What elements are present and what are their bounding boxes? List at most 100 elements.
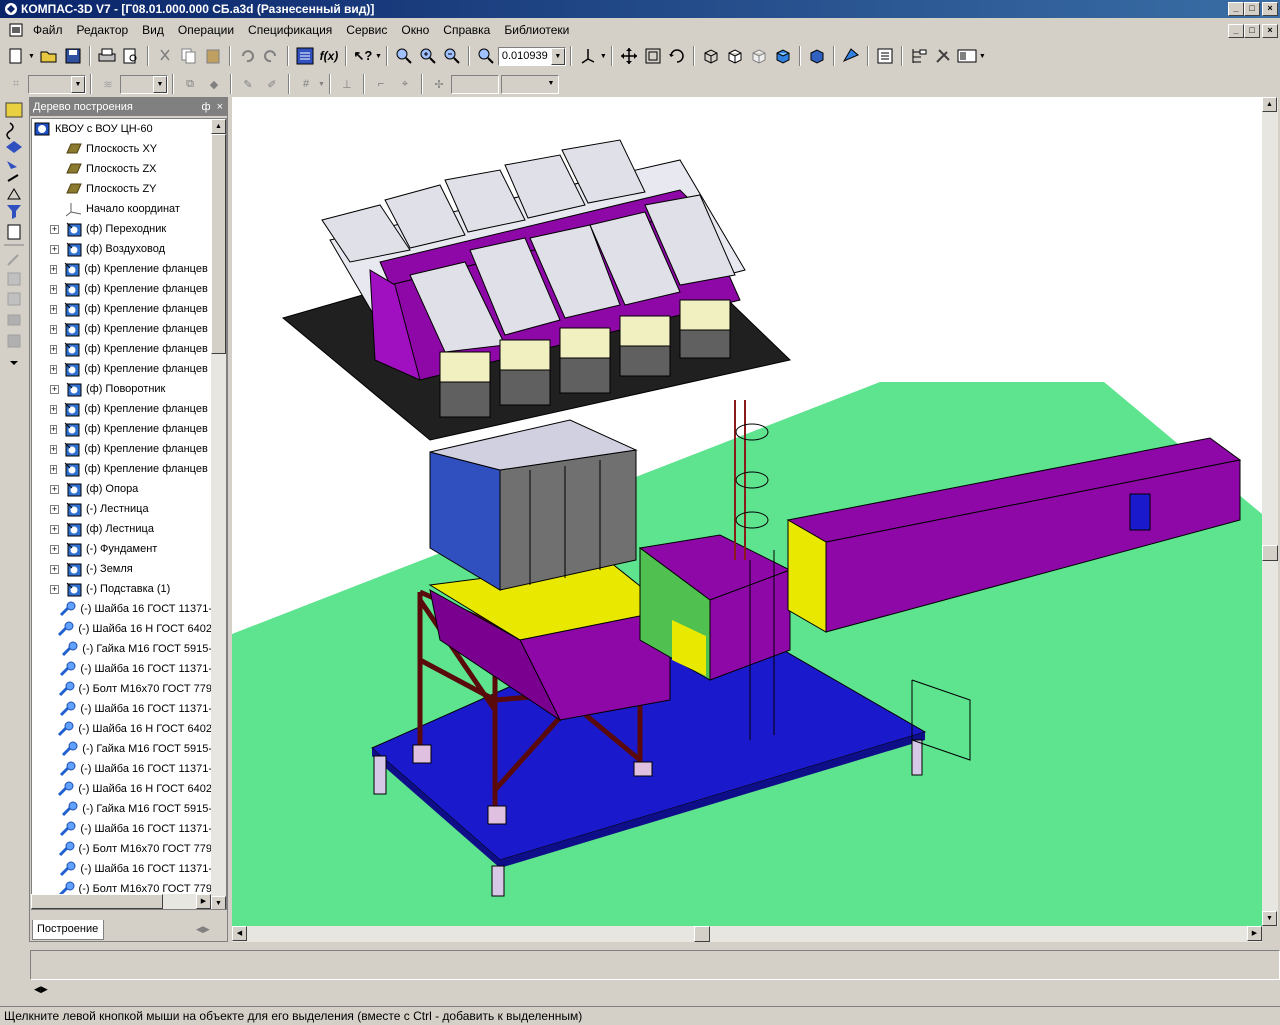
expand-icon[interactable]: + (50, 544, 59, 554)
document-icon[interactable] (8, 22, 24, 38)
expand-icon[interactable]: + (50, 524, 59, 534)
expand-icon[interactable]: + (50, 464, 58, 474)
copy-props-icon[interactable]: ⧉ (179, 73, 201, 95)
tree-item[interactable]: + (-) Фундамент (32, 539, 212, 559)
disabled-tool-5-icon[interactable] (7, 334, 21, 348)
tree-item[interactable]: + (ф) Опора (32, 479, 212, 499)
tree-item[interactable]: + (ф) Крепление фланцев (6 (32, 339, 221, 359)
maximize-button[interactable]: □ (1244, 2, 1260, 16)
disabled-tool-2-icon[interactable] (7, 272, 21, 286)
zoom-out-icon[interactable] (441, 45, 463, 67)
expand-icon[interactable]: + (50, 584, 59, 594)
tree-item[interactable]: + (ф) Крепление фланцев (3 (32, 439, 221, 459)
disabled-tool-4-icon[interactable] (7, 314, 21, 326)
menu-item-1[interactable]: Редактор (70, 21, 136, 39)
tab-build[interactable]: Построение (32, 920, 104, 940)
tree-item[interactable]: + (ф) Крепление фланцев (3 (32, 299, 221, 319)
menu-item-5[interactable]: Сервис (339, 21, 394, 39)
tree-item[interactable]: Плоскость XY (32, 139, 212, 159)
grid-icon[interactable]: # (295, 73, 317, 95)
redo-icon[interactable] (260, 45, 282, 67)
doc-close-button[interactable]: × (1262, 24, 1278, 38)
minimize-button[interactable]: _ (1228, 2, 1244, 16)
tree-item[interactable]: + (ф) Воздуховод (32, 239, 212, 259)
tree-scroll-down-button[interactable]: ▼ (211, 896, 226, 909)
tree-item[interactable]: (-) Гайка М16 ГОСТ 5915- (32, 739, 212, 759)
snap-icon[interactable]: ✎ (237, 73, 259, 95)
menu-item-2[interactable]: Вид (135, 21, 171, 39)
viewport-horizontal-scrollbar[interactable]: ◀ ▶ (232, 926, 1262, 942)
tree-item[interactable]: (-) Гайка М16 ГОСТ 5915- (32, 639, 212, 659)
tree-item[interactable]: + (-) Земля (32, 559, 212, 579)
viewport-scroll-right-button[interactable]: ▶ (1247, 926, 1262, 941)
tree-item[interactable]: + (ф) Крепление фланцев (1 (32, 259, 221, 279)
tree-item[interactable]: (-) Гайка М16 ГОСТ 5915- (32, 799, 212, 819)
layers-icon[interactable]: ≋ (97, 73, 119, 95)
style-combo[interactable]: ▼ (28, 74, 86, 94)
tree-item[interactable]: (-) Шайба 16 Н ГОСТ 6402 (32, 779, 212, 799)
tree-item[interactable]: + (-) Подставка (1) (32, 579, 212, 599)
expand-icon[interactable]: + (50, 224, 59, 234)
tree-item[interactable]: (-) Болт М16x70 ГОСТ 779 (32, 839, 212, 859)
zoom-in-icon[interactable] (393, 45, 415, 67)
tree-item[interactable]: + (ф) Переходник (32, 219, 212, 239)
tree-item[interactable]: + (-) Лестница (32, 499, 212, 519)
expand-icon[interactable]: + (50, 484, 59, 494)
tree-hscroll-thumb[interactable] (31, 894, 163, 909)
tree-item[interactable]: + (ф) Лестница (32, 519, 212, 539)
tree-item[interactable]: (-) Шайба 16 ГОСТ 11371- (32, 599, 212, 619)
tree-item[interactable]: Плоскость ZX (32, 159, 212, 179)
tree-item[interactable]: (-) Шайба 16 ГОСТ 11371- (32, 699, 212, 719)
filter-icon[interactable] (7, 205, 21, 219)
vertical-duct[interactable] (429, 419, 638, 591)
snap-settings-icon[interactable]: ⌖ (394, 73, 416, 95)
menu-item-6[interactable]: Окно (394, 21, 436, 39)
zoom-in-plus-icon[interactable] (417, 45, 439, 67)
expand-icon[interactable]: + (50, 264, 58, 274)
tree-item[interactable]: + (ф) Крепление фланцев (2 (32, 279, 221, 299)
tree-item[interactable]: (-) Шайба 16 ГОСТ 11371- (32, 759, 212, 779)
tree-item[interactable]: (-) Шайба 16 ГОСТ 11371- (32, 819, 212, 839)
copy-icon[interactable] (178, 45, 200, 67)
expand-icon[interactable]: + (50, 244, 59, 254)
curves-icon[interactable] (6, 122, 14, 140)
grid-point-icon[interactable]: ⌗ (5, 73, 27, 95)
expand-icon[interactable]: + (50, 504, 59, 514)
tree-item[interactable]: (-) Шайба 16 Н ГОСТ 6402 (32, 719, 212, 739)
tree-item[interactable]: Плоскость ZY (32, 179, 212, 199)
hidden-lines-icon[interactable] (724, 45, 746, 67)
tree-horizontal-scrollbar[interactable]: ▶ (31, 894, 211, 909)
tree-scroll-up-button[interactable]: ▲ (211, 119, 226, 134)
3d-scene[interactable] (232, 97, 1262, 926)
layer-combo[interactable]: ▼ (120, 74, 168, 94)
tree-item[interactable]: Начало координат (32, 199, 212, 219)
perspective-icon[interactable] (840, 45, 862, 67)
tree-vertical-scrollbar[interactable]: ▲ ▼ (211, 119, 226, 909)
panel-close-icon[interactable]: × (217, 101, 223, 113)
doc-restore-button[interactable]: □ (1244, 24, 1260, 38)
viewport-scroll-down-button[interactable]: ▼ (1262, 911, 1277, 926)
print-preview-icon[interactable] (120, 45, 142, 67)
menu-item-3[interactable]: Операции (171, 21, 241, 39)
tree-scroll-thumb[interactable] (211, 134, 226, 354)
paste-icon[interactable] (202, 45, 224, 67)
open-folder-icon[interactable] (38, 45, 60, 67)
hidden-lines-thin-icon[interactable] (748, 45, 770, 67)
zoom-all-icon[interactable] (642, 45, 664, 67)
disabled-tool-3-icon[interactable] (7, 292, 21, 306)
close-button[interactable]: × (1262, 2, 1278, 16)
expand-icon[interactable]: + (50, 384, 59, 394)
function-icon[interactable]: f(x) (318, 45, 340, 67)
fill-icon[interactable]: ◆ (203, 73, 225, 95)
scroll-down-icon[interactable] (10, 361, 18, 365)
new-file-icon[interactable] (5, 45, 27, 67)
coord-x-field[interactable] (450, 74, 499, 94)
shaded-edges-icon[interactable] (806, 45, 828, 67)
cut-icon[interactable] (154, 45, 176, 67)
tree-item[interactable]: (-) Болт М16x70 ГОСТ 779 (32, 679, 212, 699)
expand-icon[interactable]: + (50, 324, 58, 334)
zoom-scale-icon[interactable] (475, 45, 497, 67)
menu-item-7[interactable]: Справка (436, 21, 497, 39)
expand-icon[interactable]: + (50, 304, 58, 314)
menu-item-0[interactable]: Файл (26, 21, 70, 39)
